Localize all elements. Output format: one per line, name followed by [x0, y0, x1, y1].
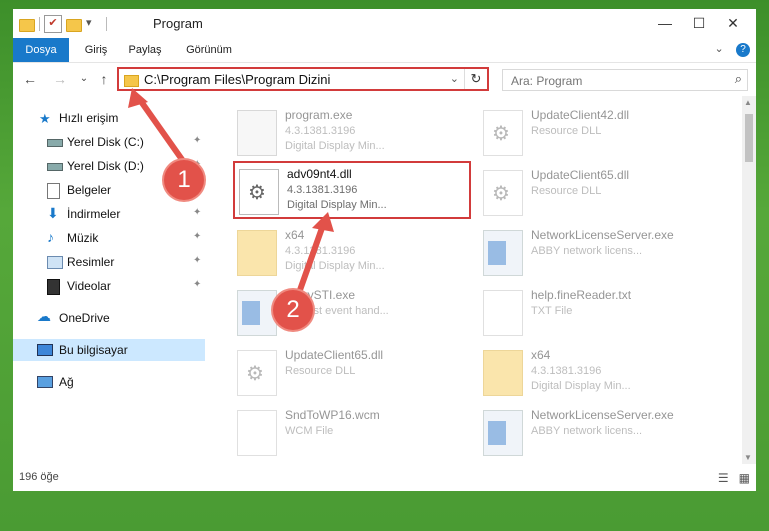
annotation-arrows: [128, 88, 334, 292]
arrow-2-head: [312, 212, 334, 232]
callout-badge: 1: [164, 160, 204, 200]
callout-badge: 2: [273, 290, 313, 330]
arrow-1-line: [137, 98, 191, 170]
arrow-2-line: [297, 226, 325, 292]
